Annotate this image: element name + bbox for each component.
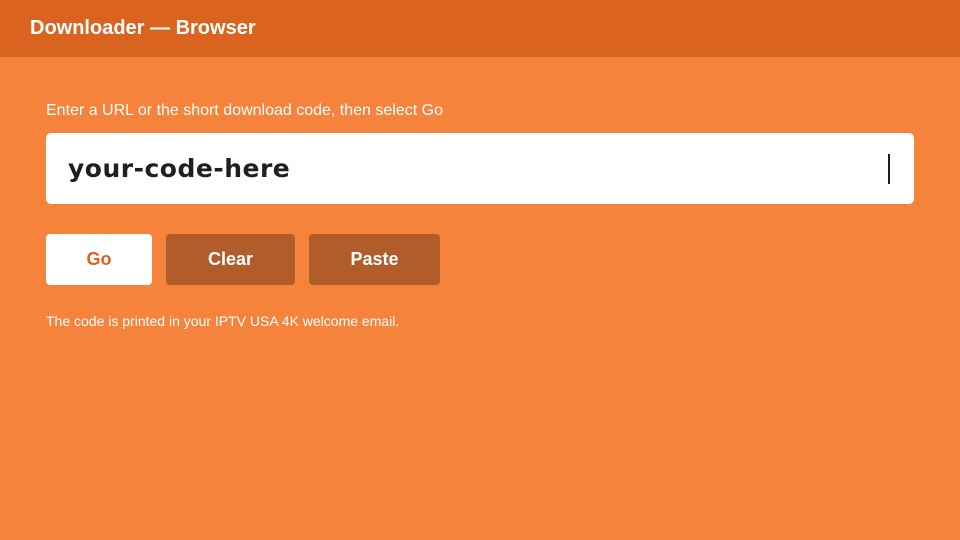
- clear-button[interactable]: Clear: [166, 234, 295, 285]
- url-prompt-label: Enter a URL or the short download code, …: [46, 102, 443, 119]
- hint-text: The code is printed in your IPTV USA 4K …: [46, 313, 400, 329]
- go-button[interactable]: Go: [46, 234, 152, 285]
- title-bar: Downloader — Browser: [0, 0, 960, 57]
- text-cursor: [888, 154, 890, 184]
- url-input[interactable]: your-code-here: [46, 133, 914, 204]
- paste-button[interactable]: Paste: [309, 234, 440, 285]
- app-title: Downloader — Browser: [30, 17, 256, 39]
- url-input-value[interactable]: your-code-here: [68, 153, 290, 185]
